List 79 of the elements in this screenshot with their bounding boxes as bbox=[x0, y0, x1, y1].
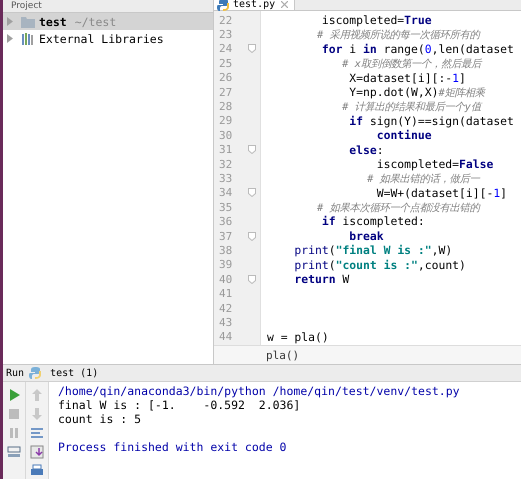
line-number: 44 bbox=[219, 330, 232, 344]
line-number: 26 bbox=[219, 71, 232, 84]
layout-button[interactable] bbox=[7, 445, 21, 459]
code-line: # 计算出的结果和最后一个y值 bbox=[341, 100, 481, 114]
down-arrow-icon bbox=[30, 407, 44, 421]
run-title: Run bbox=[6, 368, 24, 378]
code-line: W=W+(dataset[i][-1] bbox=[376, 186, 508, 200]
print-button[interactable] bbox=[30, 464, 44, 478]
panel-title: Project bbox=[11, 0, 42, 12]
line-number: 38 bbox=[219, 244, 232, 257]
scroll-end-icon bbox=[30, 445, 44, 459]
console-line: final W is : [-1. -0.592 2.036] bbox=[58, 398, 302, 412]
python-icon bbox=[29, 367, 42, 379]
code-line: return W bbox=[293, 272, 350, 286]
code-line: for i in range(0,len(dataset bbox=[320, 42, 514, 56]
console-line: count is : 5 bbox=[58, 412, 142, 426]
code-line: w = pla() bbox=[267, 330, 329, 344]
code-line: Y=np.dot(W,X)#矩阵相乘 bbox=[348, 84, 485, 100]
play-icon bbox=[7, 388, 21, 402]
pause-icon bbox=[7, 426, 21, 440]
breadcrumb[interactable]: pla() bbox=[266, 348, 300, 362]
code-line: # 采用视频所说的每一次循环所有的 bbox=[316, 28, 480, 42]
wrap-lines-button[interactable] bbox=[30, 426, 44, 440]
line-number: 33 bbox=[219, 172, 232, 185]
line-number: 35 bbox=[219, 200, 232, 214]
stop-icon bbox=[7, 407, 21, 421]
code-line: # x取到倒数第一个，然后最后 bbox=[341, 57, 481, 71]
fold-marker-icon bbox=[248, 188, 256, 198]
line-number: 28 bbox=[219, 100, 232, 114]
run-config-tab[interactable]: test (1) bbox=[50, 368, 98, 378]
code-line: iscompleted=True bbox=[320, 13, 432, 28]
console-line: /home/qin/anaconda3/bin/python /home/qin/test/venv/test.py bbox=[58, 384, 460, 398]
folder-path: ~/test bbox=[74, 14, 116, 28]
fold-marker-icon bbox=[248, 274, 256, 284]
code-line: X=dataset[i][:-1] bbox=[348, 70, 466, 85]
code-line: continue bbox=[376, 128, 432, 143]
fold-marker-icon bbox=[248, 232, 256, 241]
library-books-icon bbox=[21, 32, 35, 44]
line-number: 30 bbox=[219, 128, 232, 142]
print-icon bbox=[30, 464, 44, 478]
line-number: 32 bbox=[219, 158, 232, 171]
line-number: 23 bbox=[219, 28, 232, 42]
line-number: 40 bbox=[219, 272, 232, 286]
code-line: break bbox=[348, 228, 384, 244]
fold-marker-icon bbox=[248, 145, 256, 154]
tree-item[interactable]: test ~/test bbox=[3, 13, 213, 30]
code-line: if sign(Y)==sign(dataset bbox=[348, 114, 514, 128]
up-arrow-icon bbox=[30, 388, 44, 402]
line-number: 31 bbox=[219, 143, 232, 156]
line-number: 24 bbox=[219, 42, 232, 56]
code-line: # 如果本次循环一个点都没有出错的 bbox=[316, 201, 480, 214]
layout-icon bbox=[7, 445, 21, 459]
console-line: Process finished with exit code 0 bbox=[58, 440, 288, 454]
line-number: 29 bbox=[219, 114, 232, 128]
play-button[interactable] bbox=[7, 388, 21, 402]
code-line: # 如果出错的话，做后一 bbox=[366, 172, 480, 186]
folder-icon bbox=[21, 16, 35, 28]
line-number: 25 bbox=[219, 56, 232, 70]
scroll-end-button[interactable] bbox=[30, 445, 44, 459]
close-icon bbox=[281, 0, 288, 8]
tree-item[interactable]: External Libraries bbox=[3, 30, 213, 47]
python-file-icon bbox=[217, 0, 229, 11]
code-line: print("count is :",count) bbox=[293, 258, 466, 272]
line-number: 39 bbox=[219, 258, 232, 272]
line-number: 41 bbox=[219, 287, 232, 300]
code-line: else: bbox=[348, 142, 384, 157]
fold-marker-icon bbox=[248, 44, 256, 54]
line-number: 37 bbox=[219, 230, 232, 243]
line-number: 27 bbox=[219, 86, 232, 99]
code-line: print("final W is :",W) bbox=[293, 243, 452, 258]
line-number: 22 bbox=[219, 14, 232, 27]
wrap-lines-icon bbox=[30, 426, 44, 440]
line-number: 43 bbox=[219, 316, 232, 329]
editor-tab[interactable]: test.py bbox=[214, 0, 296, 10]
line-number: 42 bbox=[219, 302, 232, 314]
code-line: iscompleted=False bbox=[376, 156, 494, 172]
line-number: 34 bbox=[219, 186, 232, 200]
line-number: 36 bbox=[219, 215, 232, 228]
code-line: if iscompleted: bbox=[320, 214, 425, 229]
